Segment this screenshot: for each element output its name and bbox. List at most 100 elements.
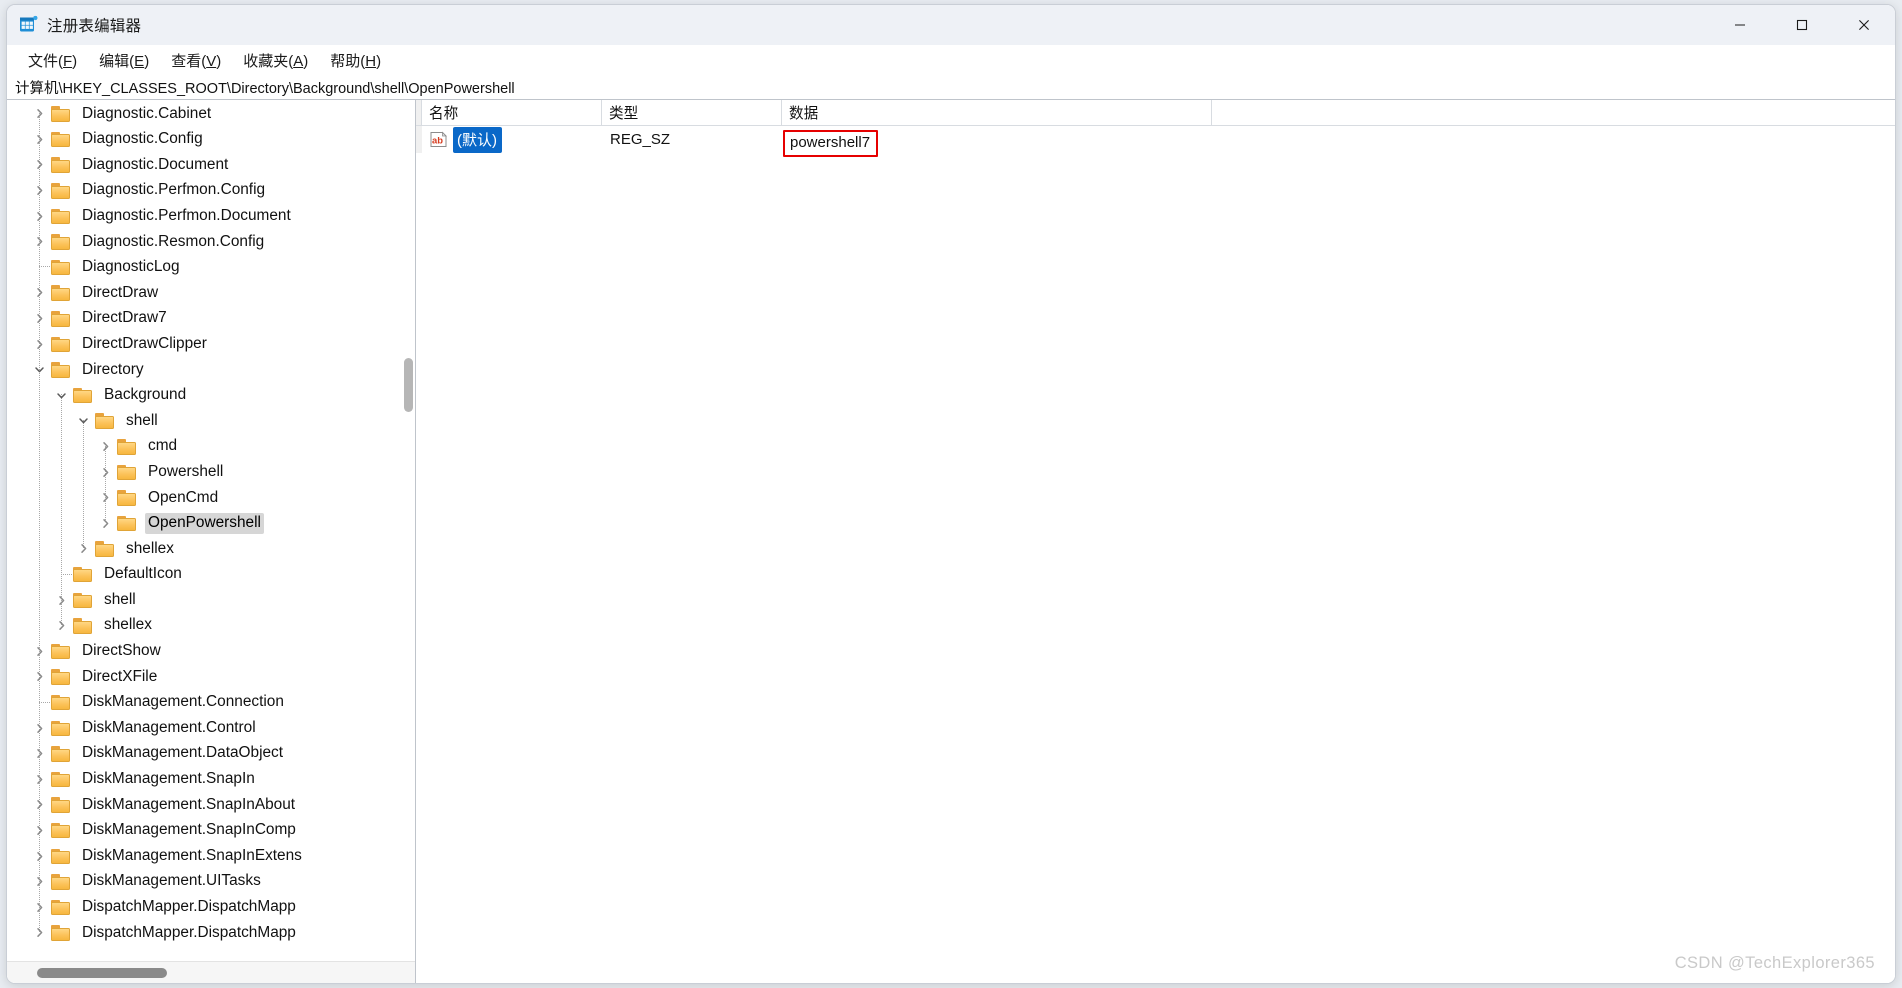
tree-item[interactable]: Diagnostic.Resmon.Config xyxy=(7,229,415,255)
tree-item[interactable]: DiskManagement.SnapInExtens xyxy=(7,843,415,869)
chevron-right-icon[interactable] xyxy=(28,210,50,223)
tree-item[interactable]: DiskManagement.Connection xyxy=(7,690,415,716)
menu-item-edit-accel: E xyxy=(134,52,145,70)
tree-vertical-scrollbar-thumb[interactable] xyxy=(404,358,413,412)
chevron-down-icon[interactable] xyxy=(28,363,50,376)
cell-value-name[interactable]: ab (默认) xyxy=(422,126,602,153)
menu-item-favorites[interactable]: 收藏夹(A) xyxy=(232,47,319,74)
tree-item-selected[interactable]: OpenPowershell xyxy=(7,511,415,537)
tree-horizontal-scrollbar[interactable] xyxy=(7,961,415,983)
tree-item[interactable]: DirectXFile xyxy=(7,664,415,690)
chevron-right-icon[interactable] xyxy=(28,773,50,786)
tree-item[interactable]: DiagnosticLog xyxy=(7,255,415,281)
menu-item-file[interactable]: 文件(F) xyxy=(17,47,88,74)
chevron-right-icon[interactable] xyxy=(94,491,116,504)
chevron-right-icon[interactable] xyxy=(28,747,50,760)
registry-tree: Diagnostic.Cabinet Diagnostic.Config Diagn… xyxy=(7,100,415,946)
chevron-down-icon[interactable] xyxy=(72,414,94,427)
chevron-right-icon[interactable] xyxy=(28,133,50,146)
tree-horizontal-scrollbar-thumb[interactable] xyxy=(37,968,167,978)
tree-item-label: DirectShow xyxy=(82,642,161,660)
tree-item[interactable]: shellex xyxy=(7,613,415,639)
tree-item[interactable]: DiskManagement.SnapInComp xyxy=(7,818,415,844)
tree-item[interactable]: Powershell xyxy=(7,459,415,485)
title-bar-drag-area[interactable] xyxy=(141,5,1709,44)
tree-item[interactable]: DiskManagement.SnapIn xyxy=(7,766,415,792)
chevron-down-icon[interactable] xyxy=(50,389,72,402)
chevron-right-icon[interactable] xyxy=(50,619,72,632)
maximize-button[interactable] xyxy=(1771,5,1833,45)
chevron-right-icon[interactable] xyxy=(28,338,50,351)
folder-icon xyxy=(50,771,72,788)
tree-item[interactable]: DirectDraw xyxy=(7,280,415,306)
tree-item-label: Diagnostic.Perfmon.Config xyxy=(82,181,266,199)
column-header-name[interactable]: 名称 xyxy=(422,100,602,125)
chevron-right-icon[interactable] xyxy=(28,926,50,939)
menu-item-view-text: 查看( xyxy=(171,52,207,70)
chevron-right-icon[interactable] xyxy=(28,312,50,325)
menu-item-file-accel: F xyxy=(63,52,73,70)
column-header-filler xyxy=(1212,100,1895,125)
chevron-right-icon[interactable] xyxy=(28,850,50,863)
close-button[interactable] xyxy=(1833,5,1895,45)
tree-item[interactable]: DispatchMapper.DispatchMapp xyxy=(7,894,415,920)
chevron-right-icon[interactable] xyxy=(28,901,50,914)
folder-icon xyxy=(50,720,72,737)
chevron-right-icon[interactable] xyxy=(28,670,50,683)
tree-item[interactable]: shellex xyxy=(7,536,415,562)
chevron-right-icon[interactable] xyxy=(94,440,116,453)
tree-item[interactable]: DirectDraw7 xyxy=(7,306,415,332)
tree-item[interactable]: Diagnostic.Config xyxy=(7,127,415,153)
tree-item[interactable]: DiskManagement.UITasks xyxy=(7,869,415,895)
tree-item[interactable]: DiskManagement.Control xyxy=(7,715,415,741)
tree-item[interactable]: DirectDrawClipper xyxy=(7,331,415,357)
tree-item[interactable]: shell xyxy=(7,587,415,613)
menu-item-help[interactable]: 帮助(H) xyxy=(319,47,392,74)
column-header-data[interactable]: 数据 xyxy=(782,100,1212,125)
tree-item[interactable]: Directory xyxy=(7,357,415,383)
chevron-right-icon[interactable] xyxy=(28,798,50,811)
folder-icon xyxy=(116,489,138,506)
folder-icon xyxy=(50,336,72,353)
chevron-right-icon[interactable] xyxy=(28,645,50,658)
chevron-right-icon[interactable] xyxy=(94,466,116,479)
chevron-right-icon[interactable] xyxy=(28,824,50,837)
menu-item-view[interactable]: 查看(V) xyxy=(160,47,232,74)
chevron-right-icon[interactable] xyxy=(28,107,50,120)
tree-item[interactable]: DirectShow xyxy=(7,638,415,664)
chevron-right-icon[interactable] xyxy=(28,184,50,197)
chevron-right-icon[interactable] xyxy=(28,286,50,299)
folder-icon xyxy=(50,310,72,327)
column-header-type[interactable]: 类型 xyxy=(602,100,782,125)
tree-vertical-scrollbar[interactable] xyxy=(402,100,415,961)
menu-item-edit-tail: ) xyxy=(144,52,150,70)
tree-item-label: DiskManagement.SnapInExtens xyxy=(82,846,302,864)
tree-item[interactable]: Diagnostic.Perfmon.Config xyxy=(7,178,415,204)
menu-item-edit[interactable]: 编辑(E) xyxy=(88,47,160,74)
chevron-right-icon[interactable] xyxy=(50,594,72,607)
folder-icon xyxy=(116,515,138,532)
table-row[interactable]: ab (默认) REG_SZ powershell7 xyxy=(416,126,1895,157)
tree-item[interactable]: DispatchMapper.DispatchMapp xyxy=(7,920,415,946)
chevron-right-icon[interactable] xyxy=(28,158,50,171)
tree-item[interactable]: DiskManagement.SnapInAbout xyxy=(7,792,415,818)
tree-item[interactable]: Diagnostic.Cabinet xyxy=(7,101,415,127)
folder-icon xyxy=(72,566,94,583)
tree-item[interactable]: Diagnostic.Document xyxy=(7,152,415,178)
menu-bar: 文件(F) 编辑(E) 查看(V) 收藏夹(A) 帮助(H) xyxy=(7,45,1895,75)
tree-item[interactable]: DefaultIcon xyxy=(7,562,415,588)
tree-item[interactable]: Diagnostic.Perfmon.Document xyxy=(7,203,415,229)
chevron-right-icon[interactable] xyxy=(28,722,50,735)
tree-item[interactable]: DiskManagement.DataObject xyxy=(7,741,415,767)
tree-item[interactable]: OpenCmd xyxy=(7,485,415,511)
tree-item[interactable]: cmd xyxy=(7,434,415,460)
chevron-right-icon[interactable] xyxy=(94,517,116,530)
chevron-right-icon[interactable] xyxy=(28,875,50,888)
chevron-right-icon[interactable] xyxy=(72,542,94,555)
tree-item[interactable]: shell xyxy=(7,408,415,434)
chevron-right-icon[interactable] xyxy=(28,235,50,248)
tree-item[interactable]: Background xyxy=(7,383,415,409)
minimize-button[interactable] xyxy=(1709,5,1771,45)
address-bar[interactable]: 计算机\HKEY_CLASSES_ROOT\Directory\Backgrou… xyxy=(7,75,1895,100)
folder-icon xyxy=(50,131,72,148)
